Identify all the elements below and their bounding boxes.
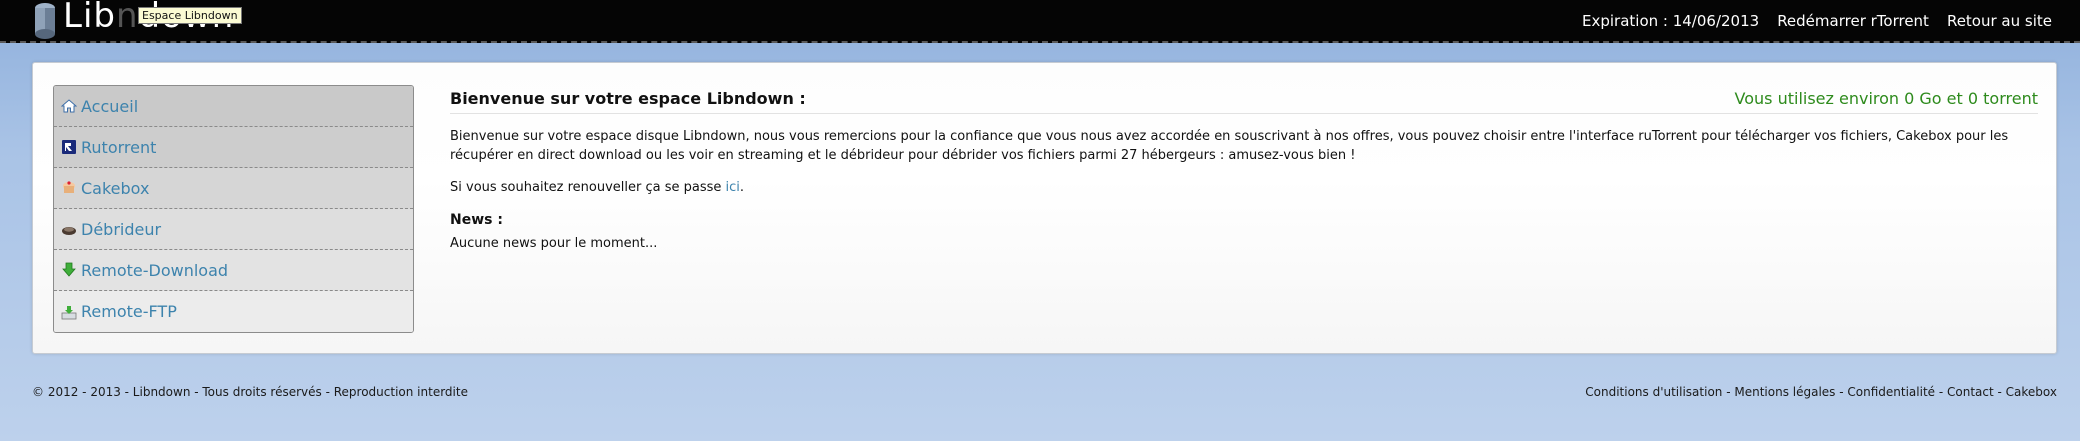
download-arrow-icon (62, 262, 76, 277)
ftp-upload-icon (61, 305, 77, 319)
renew-paragraph: Si vous souhaitez renouveller ça se pass… (450, 178, 2038, 197)
logo-cube-icon (35, 3, 55, 39)
cake-icon (63, 181, 75, 193)
expiration-text: Expiration : 14/06/2013 (1582, 11, 1760, 30)
intro-paragraph: Bienvenue sur votre espace disque Libndo… (450, 129, 2009, 163)
page-title: Bienvenue sur votre espace Libndown : (450, 88, 806, 108)
logo-tooltip: Espace Libndown (138, 7, 242, 24)
sidebar-item-cakebox[interactable]: Cakebox (54, 168, 413, 209)
footer-copyright: © 2012 - 2013 - Libndown - Tous droits r… (32, 385, 468, 399)
news-empty-message: Aucune news pour le moment... (450, 236, 658, 251)
sidebar-item-accueil[interactable]: Accueil (54, 86, 413, 127)
sidebar-item-remote-download[interactable]: Remote-Download (54, 250, 413, 291)
usage-status: Vous utilisez environ 0 Go et 0 torrent (1734, 88, 2038, 108)
sidebar-item-label: Remote-Download (81, 260, 229, 280)
renew-end: . (739, 180, 745, 195)
footer-link-confidentialite[interactable]: Confidentialité (1847, 385, 1935, 399)
sidebar-item-label: Remote-FTP (81, 302, 177, 321)
footer-link-conditions[interactable]: Conditions d'utilisation (1585, 385, 1722, 399)
main-card: Accueil Rutorrent Cakebox Débrideur Remo… (32, 62, 2057, 354)
footer-links: Conditions d'utilisation - Mentions léga… (1585, 385, 2057, 399)
renew-link[interactable]: ici (726, 180, 740, 195)
content-area: Bienvenue sur votre espace Libndown : Vo… (450, 85, 2038, 251)
footer-link-cakebox[interactable]: Cakebox (2006, 385, 2057, 399)
debrideur-icon (62, 227, 76, 235)
top-nav: Expiration : 14/06/2013 Redémarrer rTorr… (1582, 0, 2052, 41)
news-heading: News : (450, 212, 503, 228)
sidebar-item-label: Débrideur (81, 219, 162, 239)
rutorrent-icon (62, 140, 76, 154)
sidebar-item-label: Accueil (81, 96, 139, 116)
footer-link-contact[interactable]: Contact (1947, 385, 1994, 399)
sidebar-item-label: Rutorrent (81, 137, 157, 157)
sidebar-item-label: Cakebox (81, 178, 150, 198)
top-bar: Libndown Espace Libndown Expiration : 14… (0, 0, 2080, 43)
restart-rtorrent-link[interactable]: Redémarrer rTorrent (1777, 12, 1929, 30)
sidebar-item-rutorrent[interactable]: Rutorrent (54, 127, 413, 168)
footer-link-mentions[interactable]: Mentions légales (1734, 385, 1835, 399)
footer: © 2012 - 2013 - Libndown - Tous droits r… (32, 385, 2057, 399)
sidebar-item-remote-ftp[interactable]: Remote-FTP (54, 291, 413, 332)
content-header: Bienvenue sur votre espace Libndown : Vo… (450, 85, 2038, 114)
sidebar-item-debrideur[interactable]: Débrideur (54, 209, 413, 250)
home-icon (61, 99, 77, 113)
renew-text: Si vous souhaitez renouveller ça se pass… (450, 180, 726, 195)
back-to-site-link[interactable]: Retour au site (1947, 12, 2052, 30)
sidebar-menu: Accueil Rutorrent Cakebox Débrideur Remo… (53, 85, 414, 333)
